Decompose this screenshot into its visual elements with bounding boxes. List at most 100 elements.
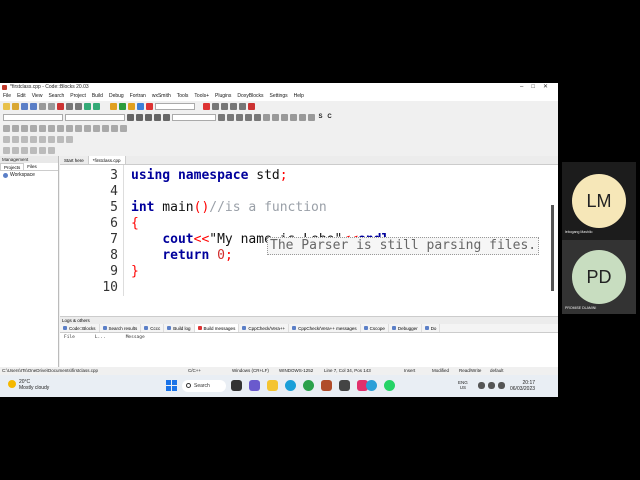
save-icon[interactable] <box>21 102 28 110</box>
find-prev-icon[interactable] <box>218 113 225 121</box>
log-tab-cccc[interactable]: Cccc <box>141 324 165 332</box>
menu-view[interactable]: View <box>32 92 43 101</box>
build-icon[interactable] <box>110 102 117 110</box>
tb5-icon-6[interactable] <box>48 146 55 154</box>
build-run-icon[interactable] <box>128 102 135 110</box>
tb3-icon-13[interactable] <box>111 124 118 132</box>
tab-projects[interactable]: Projects <box>0 163 25 170</box>
workspace-node[interactable]: Workspace <box>0 171 58 179</box>
debug-icon[interactable] <box>203 102 210 110</box>
participant-tile-pd[interactable]: PD PROMISE DLAMINI <box>562 240 636 314</box>
tab-firstclass[interactable]: *firstclass.cpp <box>88 156 126 164</box>
battery-icon[interactable] <box>498 382 505 389</box>
unindent-icon[interactable] <box>281 113 288 121</box>
menu-debug[interactable]: Debug <box>109 92 124 101</box>
next-line-icon[interactable] <box>221 102 228 110</box>
tb5-icon-4[interactable] <box>30 146 37 154</box>
redo-icon[interactable] <box>48 102 55 110</box>
tb3-icon-8[interactable] <box>66 124 73 132</box>
code-editor[interactable]: 3 4 5 6 7 8 9 10 using namespace std; in… <box>60 165 558 296</box>
log-tab-build-log[interactable]: Build log <box>164 324 195 332</box>
find-input[interactable] <box>172 113 216 121</box>
menu-help[interactable]: Help <box>294 92 304 101</box>
menu-doxyblocks[interactable]: DoxyBlocks <box>237 92 263 101</box>
tb5-icon-2[interactable] <box>12 146 19 154</box>
tb4-icon-4[interactable] <box>30 135 37 143</box>
file-explorer-icon[interactable] <box>267 380 278 391</box>
tb4-icon-5[interactable] <box>39 135 46 143</box>
rebuild-icon[interactable] <box>137 102 144 110</box>
tb4-icon-8[interactable] <box>66 135 73 143</box>
style-s-icon[interactable]: S <box>317 114 324 120</box>
tb3-icon-12[interactable] <box>102 124 109 132</box>
comment-icon[interactable] <box>290 113 297 121</box>
language-indicator[interactable]: ENG US <box>458 380 468 390</box>
run-icon[interactable] <box>119 102 126 110</box>
menu-search[interactable]: Search <box>48 92 64 101</box>
copy-icon[interactable] <box>66 102 73 110</box>
find-next-icon[interactable] <box>227 113 234 121</box>
tb3-icon-10[interactable] <box>84 124 91 132</box>
tb3-icon-6[interactable] <box>48 124 55 132</box>
code-completion-function-select[interactable] <box>65 113 125 121</box>
tb3-icon-7[interactable] <box>57 124 64 132</box>
teams-icon[interactable] <box>249 380 260 391</box>
windows-start-icon[interactable] <box>166 380 178 392</box>
edge-icon[interactable] <box>285 380 296 391</box>
code-completion-scope-select[interactable] <box>3 113 63 121</box>
menu-project[interactable]: Project <box>70 92 86 101</box>
block-icon[interactable] <box>245 113 252 121</box>
paste-icon[interactable] <box>75 102 82 110</box>
whatsapp-icon[interactable] <box>384 380 395 391</box>
clock[interactable]: 20:17 06/03/2023 <box>510 380 535 392</box>
menu-wxsmith[interactable]: wxSmith <box>152 92 171 101</box>
menu-plugins[interactable]: Plugins <box>215 92 231 101</box>
tb5-icon-1[interactable] <box>3 146 10 154</box>
wifi-icon[interactable] <box>478 382 485 389</box>
new-file-icon[interactable] <box>3 102 10 110</box>
build-target-select[interactable] <box>155 102 195 110</box>
undo-icon[interactable] <box>39 102 46 110</box>
jump-back-icon[interactable] <box>127 113 134 121</box>
tb4-icon-3[interactable] <box>21 135 28 143</box>
log-tab-build-messages[interactable]: Build messages <box>194 324 240 332</box>
menu-fortran[interactable]: Fortran <box>130 92 146 101</box>
tb4-icon-1[interactable] <box>3 135 10 143</box>
step-into-icon[interactable] <box>230 102 237 110</box>
tb4-icon-7[interactable] <box>57 135 64 143</box>
log-tab-cscope[interactable]: Cscope <box>361 324 389 332</box>
telegram-icon[interactable] <box>366 380 377 391</box>
bookmark-icon[interactable] <box>145 113 152 121</box>
menu-tools[interactable]: Tools <box>177 92 189 101</box>
log-tab-search-results[interactable]: Search results <box>100 324 142 332</box>
cut-icon[interactable] <box>57 102 64 110</box>
menu-settings[interactable]: Settings <box>270 92 288 101</box>
window-controls[interactable]: –□✕ <box>520 83 556 92</box>
tb4-icon-6[interactable] <box>48 135 55 143</box>
menu-build[interactable]: Build <box>92 92 103 101</box>
highlight-icon[interactable] <box>236 113 243 121</box>
indent-icon[interactable] <box>272 113 279 121</box>
tb3-icon-4[interactable] <box>30 124 37 132</box>
log-tab-codeblocks[interactable]: Code::Blocks <box>60 324 100 332</box>
next-bookmark-icon[interactable] <box>163 113 170 121</box>
save-all-icon[interactable] <box>30 102 37 110</box>
log-tab-doxyblocks[interactable]: Do <box>422 324 441 332</box>
tb3-icon-14[interactable] <box>120 124 127 132</box>
abort-icon[interactable] <box>146 102 153 110</box>
open-icon[interactable] <box>12 102 19 110</box>
replace-icon[interactable] <box>93 102 100 110</box>
tb3-icon-3[interactable] <box>21 124 28 132</box>
menu-file[interactable]: File <box>3 92 11 101</box>
step-out-icon[interactable] <box>239 102 246 110</box>
participant-tile-lm[interactable]: LM lebogang Mashilo <box>562 162 636 240</box>
menu-tools-plus[interactable]: Tools+ <box>194 92 209 101</box>
tb3-icon-5[interactable] <box>39 124 46 132</box>
log-tab-debugger[interactable]: Debugger <box>389 324 422 332</box>
tb3-icon-9[interactable] <box>75 124 82 132</box>
tab-start-here[interactable]: Start here <box>60 156 89 164</box>
frame-icon[interactable] <box>254 113 261 121</box>
find-icon[interactable] <box>84 102 91 110</box>
help-icon[interactable] <box>308 113 315 121</box>
weather-widget[interactable]: 20°C Mostly cloudy <box>8 379 49 391</box>
